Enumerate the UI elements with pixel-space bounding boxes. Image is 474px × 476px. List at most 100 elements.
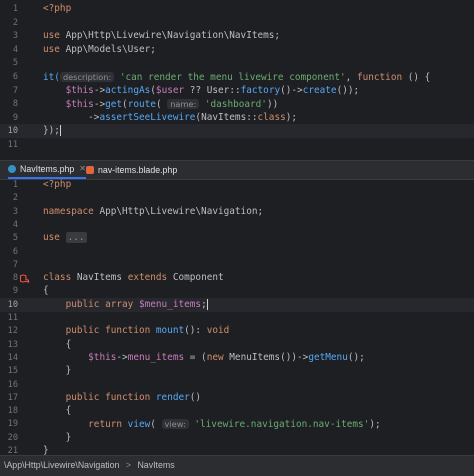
line-number: 13	[7, 339, 18, 350]
code-text: class NavItems extends Component	[43, 271, 224, 285]
line-number: 9	[12, 112, 18, 123]
code-token: view	[127, 419, 151, 431]
code-text: $this->menu_items = (new MenuItems())->g…	[43, 351, 365, 365]
close-icon[interactable]: ✕	[79, 160, 86, 178]
code-token: route	[127, 99, 156, 111]
breadcrumb: \App\Http\Livewire\Navigation > NavItems	[0, 455, 474, 476]
code-line[interactable]: 2	[0, 16, 474, 30]
code-token: <?php	[43, 179, 72, 190]
line-number: 9	[12, 286, 18, 297]
code-token: {	[43, 405, 72, 417]
code-line[interactable]: 11	[0, 138, 474, 152]
code-token: ,	[345, 72, 357, 83]
tab-nav-items-blade[interactable]: nav-items.blade.php	[86, 161, 177, 179]
code-text: use App\Models\User;	[43, 43, 156, 57]
breadcrumb-path[interactable]: \App\Http\Livewire\Navigation	[4, 460, 119, 470]
line-number: 3	[12, 31, 18, 42]
code-token: ::	[246, 111, 258, 123]
code-line[interactable]: 8 $this->get(route( name: 'dashboard'))	[0, 97, 474, 111]
code-token: ->	[93, 99, 106, 111]
code-line[interactable]: 9 ->assertSeeLivewire(NavItems::class);	[0, 111, 474, 125]
line-number: 7	[12, 259, 18, 270]
line-number: 4	[12, 219, 18, 230]
code-text: }	[43, 364, 72, 378]
code-token: $this	[43, 351, 117, 363]
code-line[interactable]: 13 {	[0, 338, 474, 352]
code-token: function	[105, 391, 156, 403]
line-number: 16	[7, 379, 18, 390]
code-token: <?php	[43, 3, 72, 14]
code-text: public function mount(): void	[43, 324, 230, 338]
line-number: 15	[7, 366, 18, 377]
line-number: 10	[7, 126, 18, 137]
code-line[interactable]: 19 return view( view: 'livewire.navigati…	[0, 417, 474, 431]
code-token: (	[150, 419, 162, 431]
code-line[interactable]: 3 namespace App\Http\Livewire\Navigation;	[0, 205, 474, 219]
code-line[interactable]: 4 use App\Models\User;	[0, 43, 474, 57]
line-number: 18	[7, 406, 18, 417]
code-token: () {	[402, 72, 431, 83]
code-line[interactable]: 10 public array $menu_items;	[0, 297, 474, 312]
code-line[interactable]: 6	[0, 245, 474, 259]
code-line[interactable]: 17 public function render()	[0, 391, 474, 405]
code-token: {	[43, 338, 72, 350]
code-token: public	[43, 298, 106, 310]
code-text: use ...	[43, 231, 87, 245]
code-line[interactable]: 11	[0, 311, 474, 325]
code-token: ->	[116, 351, 128, 363]
code-line[interactable]: 7 $this->actingAs($user ?? User::factory…	[0, 84, 474, 98]
code-token: ()	[189, 391, 202, 403]
blade-file-icon	[86, 166, 94, 174]
code-line[interactable]: 20 }	[0, 431, 474, 445]
code-line[interactable]: 16	[0, 378, 474, 392]
laravel-gutter-icon[interactable]	[19, 274, 31, 283]
code-text: <?php	[43, 2, 71, 16]
code-line[interactable]: 9{	[0, 284, 474, 298]
line-number: 12	[7, 326, 18, 337]
code-line[interactable]: 8 class NavItems extends Component	[0, 271, 474, 285]
parameter-hint: description:	[59, 72, 115, 82]
code-line[interactable]: 14 $this->menu_items = (new MenuItems())…	[0, 351, 474, 365]
editor-tab-bar: NavItems.php ✕ nav-items.blade.php	[0, 160, 474, 180]
code-line[interactable]: 5 use ...	[0, 231, 474, 245]
code-line[interactable]: 10});	[0, 124, 474, 139]
code-text: {	[43, 284, 49, 298]
top-editor[interactable]: 1 <?php 2 3 use App\Http\Livewire\Navigation…	[0, 0, 474, 150]
code-line[interactable]: 6 it(description: 'can render the menu li…	[0, 70, 474, 84]
code-token: $user	[155, 84, 185, 96]
line-number: 14	[7, 352, 18, 363]
code-line[interactable]: 7	[0, 258, 474, 272]
code-line[interactable]: 15 }	[0, 364, 474, 378]
line-number: 7	[12, 85, 18, 96]
code-text: public function render()	[43, 391, 202, 405]
code-line[interactable]: 2	[0, 191, 474, 205]
code-line[interactable]: 1 <?php	[0, 2, 474, 16]
code-line[interactable]: 5	[0, 56, 474, 70]
code-token: use	[43, 232, 66, 244]
tab-label: NavItems.php	[20, 164, 75, 174]
code-token: extends	[127, 272, 173, 284]
code-token: public	[43, 325, 106, 337]
breadcrumb-current[interactable]: NavItems	[137, 460, 174, 470]
code-token: 'can render the menu livewire component'	[114, 72, 346, 83]
code-token: ??	[184, 84, 207, 96]
code-token: new	[206, 351, 230, 363]
code-token: ()->	[280, 84, 303, 96]
bottom-editor[interactable]: 1 <?php 2 3 namespace App\Http\Livewire\Navi…	[0, 178, 474, 456]
line-number: 2	[12, 193, 18, 204]
code-line[interactable]: 4	[0, 218, 474, 232]
code-token: User	[206, 84, 230, 96]
code-line[interactable]: 12 public function mount(): void	[0, 324, 474, 338]
line-number: 3	[12, 206, 18, 217]
tab-navitems-php[interactable]: NavItems.php ✕	[8, 161, 86, 179]
code-line[interactable]: 1 <?php	[0, 178, 474, 192]
code-token: it(	[43, 72, 60, 83]
code-token: $this	[43, 84, 94, 96]
code-line[interactable]: 18 {	[0, 404, 474, 418]
breadcrumb-separator: >	[125, 460, 131, 470]
code-token: create	[302, 84, 337, 96]
code-token: ();	[347, 351, 365, 363]
code-line[interactable]: 3 use App\Http\Livewire\Navigation\NavIte…	[0, 29, 474, 43]
folded-code[interactable]: ...	[65, 232, 87, 244]
code-text: use App\Http\Livewire\Navigation\NavItem…	[43, 29, 280, 43]
